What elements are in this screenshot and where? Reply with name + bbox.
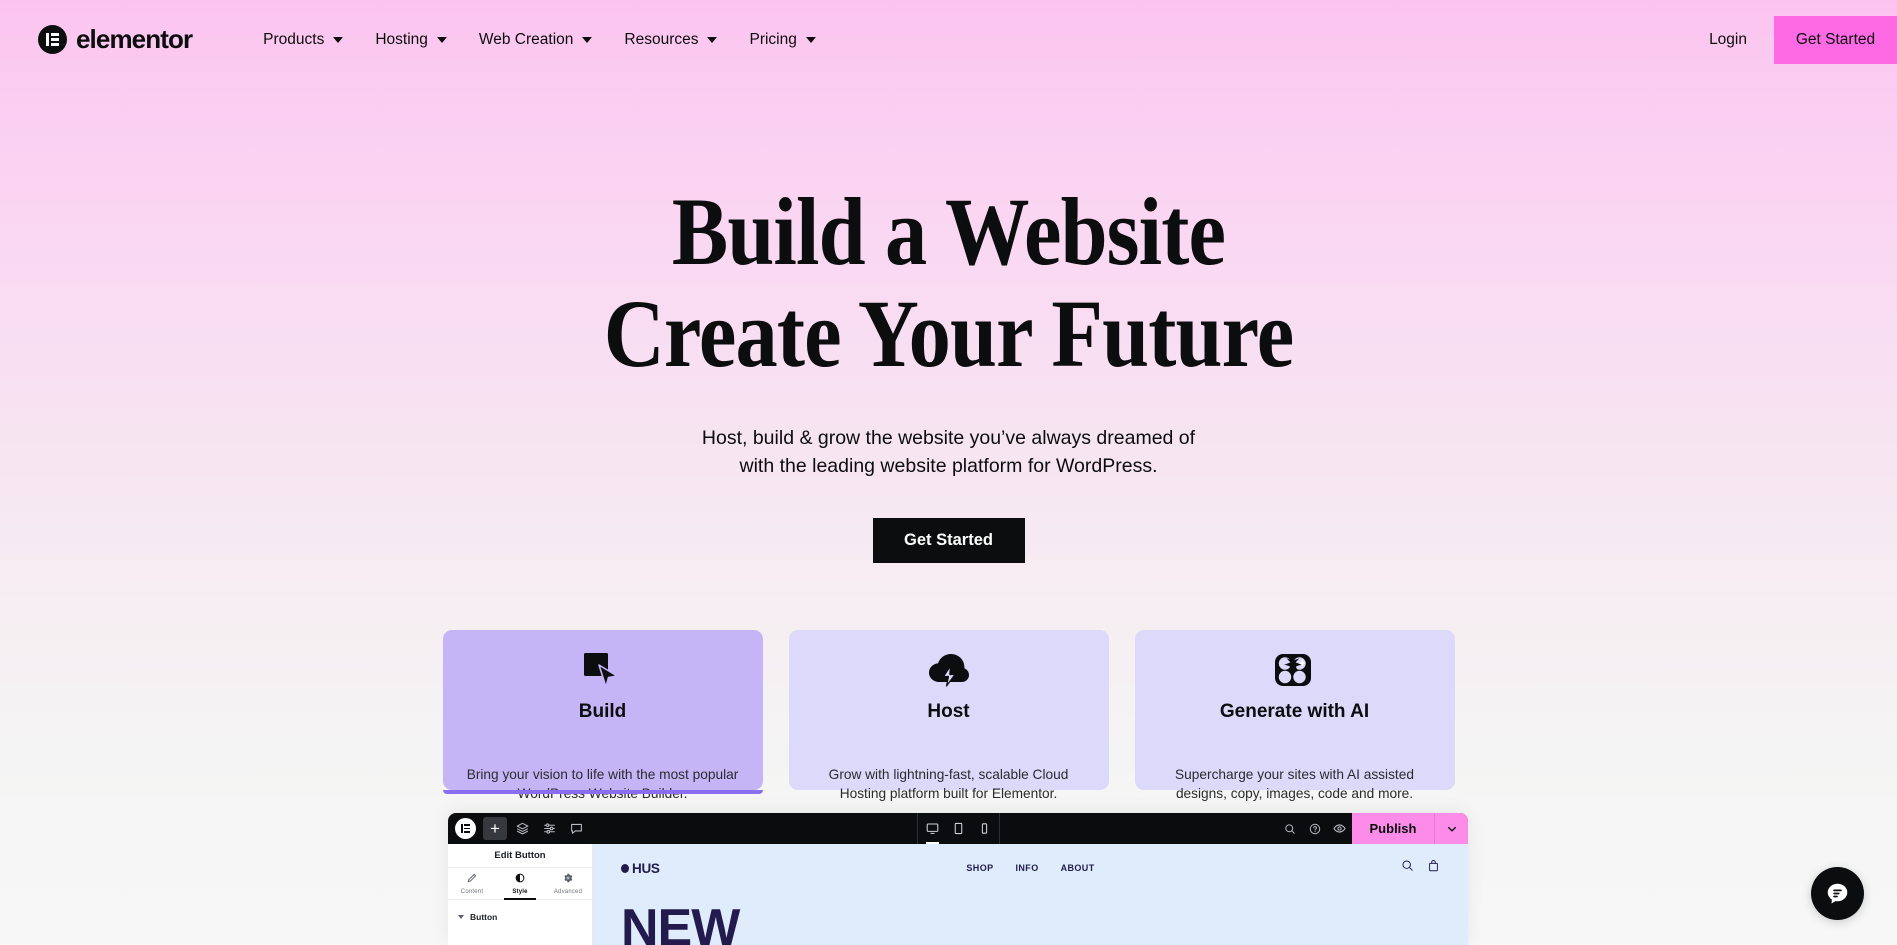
- contrast-icon: [496, 873, 544, 886]
- editor-canvas-preview: HUS SHOP INFO ABOUT NEW: [593, 844, 1468, 945]
- nav-item-web-creation[interactable]: Web Creation: [463, 21, 608, 59]
- logo-text: elementor: [76, 24, 193, 54]
- nav-item-pricing[interactable]: Pricing: [733, 21, 831, 59]
- site-header: elementor Products Hosting Web Creation …: [0, 0, 1897, 79]
- panel-tabs: Content Style Advanced: [448, 868, 592, 900]
- card-body: Supercharge your sites with AI assisted …: [1175, 766, 1414, 802]
- editor-body: Edit Button Content Style Advanced Butto…: [448, 844, 1468, 945]
- section-label: Button: [470, 912, 498, 922]
- feature-card-host[interactable]: Host Grow with lightning-fast, scalable …: [788, 629, 1109, 801]
- editor-toolbar: + Publish: [448, 813, 1468, 844]
- nav-item-products[interactable]: Products: [247, 21, 359, 59]
- chat-bubble-icon[interactable]: [1811, 867, 1864, 920]
- login-link[interactable]: Login: [1709, 31, 1747, 49]
- gear-icon: [544, 873, 592, 886]
- nav-item-resources[interactable]: Resources: [608, 21, 733, 59]
- feature-cards: Build Bring your vision to life with the…: [0, 629, 1897, 801]
- panel-section-button[interactable]: Button: [448, 900, 592, 922]
- card-title: Generate with AI: [1219, 700, 1370, 722]
- preview-nav-about[interactable]: ABOUT: [1061, 863, 1095, 873]
- chevron-down-icon: [582, 36, 593, 43]
- elementor-editor-mockup: + Publish Edit Button Content Style Adva…: [448, 813, 1468, 945]
- desktop-icon[interactable]: [921, 813, 944, 844]
- chevron-down-icon: [458, 915, 464, 919]
- feature-card-generate-with-ai[interactable]: Generate with AI Supercharge your sites …: [1134, 629, 1455, 801]
- device-switcher: [448, 813, 1468, 844]
- toolbar-divider: [916, 813, 918, 844]
- toolbar-divider: [998, 813, 1000, 844]
- panel-title: Edit Button: [448, 844, 592, 868]
- get-started-button-header[interactable]: Get Started: [1774, 15, 1897, 64]
- tab-advanced[interactable]: Advanced: [544, 868, 592, 899]
- pencil-icon: [448, 873, 496, 886]
- cursor-box-icon: [465, 652, 741, 690]
- chevron-down-icon: [707, 36, 718, 43]
- mobile-icon[interactable]: [973, 813, 996, 844]
- editor-left-panel: Edit Button Content Style Advanced Butto…: [448, 844, 593, 945]
- headline-line-1: Build a Website: [671, 178, 1226, 285]
- get-started-button-hero[interactable]: Get Started: [872, 517, 1025, 563]
- tab-label: Advanced: [553, 889, 583, 895]
- tablet-icon[interactable]: [947, 813, 970, 844]
- chevron-down-icon: [805, 36, 816, 43]
- nav-label: Web Creation: [478, 30, 574, 48]
- preview-hero-text: NEW: [621, 899, 740, 945]
- card-body: Grow with lightning-fast, scalable Cloud…: [828, 766, 1069, 802]
- preview-nav-shop[interactable]: SHOP: [966, 863, 993, 873]
- preview-site-nav: HUS SHOP INFO ABOUT: [593, 844, 1468, 892]
- feature-card-build[interactable]: Build Bring your vision to life with the…: [442, 629, 763, 801]
- tab-label: Content: [460, 889, 484, 895]
- headline-line-2: Create Your Future: [603, 280, 1294, 387]
- preview-nav-links: SHOP INFO ABOUT: [593, 863, 1468, 873]
- hero-section: Build a Website Create Your Future Host,…: [0, 184, 1897, 801]
- tab-label: Style: [512, 889, 528, 895]
- preview-nav-info[interactable]: INFO: [1016, 863, 1039, 873]
- subhead-line-1: Host, build & grow the website you’ve al…: [701, 427, 1196, 449]
- subhead-line-2: with the leading website platform for Wo…: [739, 455, 1158, 478]
- main-nav: Products Hosting Web Creation Resources …: [247, 21, 832, 59]
- card-body: Bring your vision to life with the most …: [466, 766, 739, 802]
- hero-subheadline: Host, build & grow the website you’ve al…: [0, 424, 1897, 481]
- card-title: Build: [578, 700, 627, 722]
- chevron-down-icon: [333, 36, 344, 43]
- page-title: Build a Website Create Your Future: [114, 184, 1783, 382]
- tab-style[interactable]: Style: [496, 868, 544, 900]
- elementor-logo[interactable]: elementor: [38, 24, 193, 55]
- nav-label: Pricing: [749, 30, 797, 48]
- elementor-logo-icon: [38, 25, 67, 54]
- nav-label: Products: [263, 30, 325, 48]
- ai-sparkle-icon: [1157, 652, 1433, 690]
- tab-content[interactable]: Content: [448, 868, 496, 899]
- cloud-bolt-icon: [811, 652, 1087, 690]
- header-actions: Login Get Started: [1709, 0, 1897, 79]
- card-title: Host: [927, 700, 970, 722]
- nav-label: Resources: [624, 30, 699, 48]
- nav-item-hosting[interactable]: Hosting: [359, 21, 463, 59]
- nav-label: Hosting: [375, 30, 428, 48]
- chevron-down-icon: [436, 36, 447, 43]
